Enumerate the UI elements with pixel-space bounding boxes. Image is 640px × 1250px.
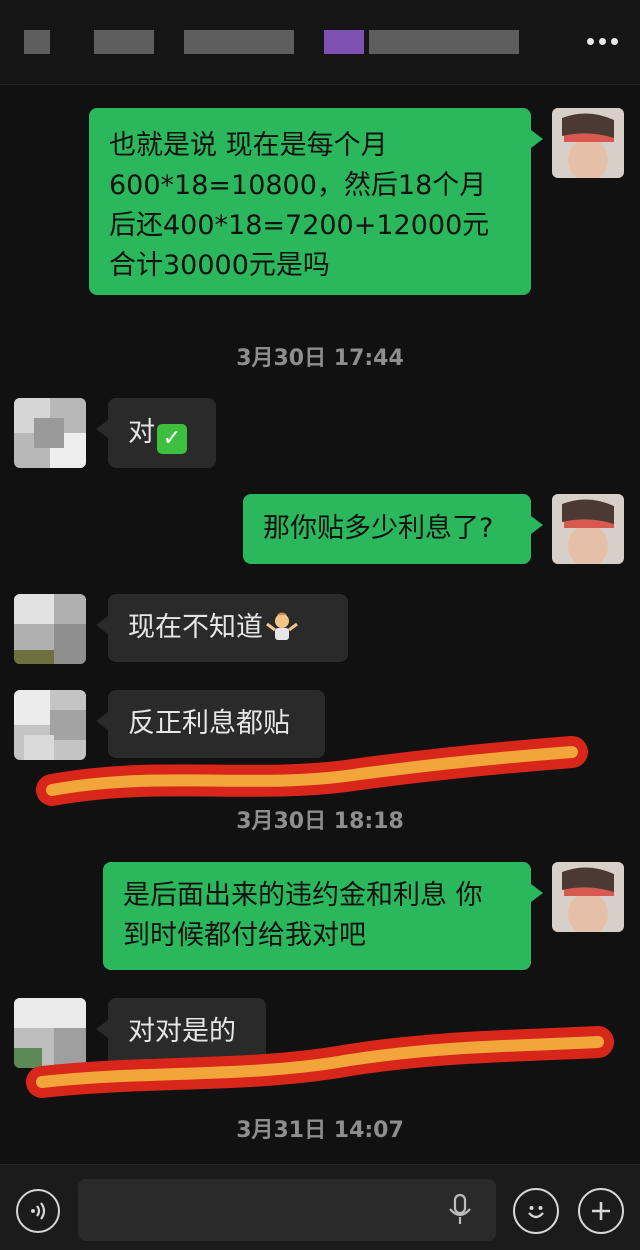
timestamp: 3月30日 18:18 <box>236 809 404 834</box>
shrug-emoji-icon <box>265 610 299 642</box>
message-text: 是后面出来的违约金和利息 你 到时候都付给我对吧 <box>123 880 483 951</box>
emoji-icon[interactable] <box>513 1188 559 1234</box>
message-text: 反正利息都贴 <box>128 708 290 739</box>
message-text: 对对是的 <box>128 1016 236 1047</box>
message-text: 对 <box>128 417 155 448</box>
message-bubble[interactable]: 也就是说 现在是每个月 600*18=10800，然后18个月 后还400*18… <box>89 108 543 295</box>
self-avatar[interactable] <box>552 862 624 932</box>
timestamp: 3月31日 14:07 <box>236 1118 404 1143</box>
message-text: 那你贴多少利息了? <box>263 513 494 544</box>
input-bar <box>0 1164 640 1250</box>
contact-avatar[interactable] <box>14 398 86 468</box>
self-avatar[interactable] <box>552 108 624 178</box>
message-bubble[interactable]: 那你贴多少利息了? <box>243 494 543 564</box>
contact-avatar[interactable] <box>14 594 86 664</box>
more-dots-icon[interactable] <box>582 26 622 56</box>
message-bubble[interactable]: 是后面出来的违约金和利息 你 到时候都付给我对吧 <box>103 862 543 970</box>
contact-avatar[interactable] <box>14 998 86 1068</box>
plus-icon[interactable] <box>578 1188 624 1234</box>
contact-avatar[interactable] <box>14 690 86 760</box>
chat-header <box>0 0 640 85</box>
message-bubble[interactable]: 对 ✓ <box>96 398 216 468</box>
message-text: 也就是说 现在是每个月 600*18=10800，然后18个月 后还400*18… <box>109 130 490 281</box>
message-bubble[interactable]: 现在不知道 <box>96 594 348 662</box>
message-text: 现在不知道 <box>128 612 263 643</box>
timestamp: 3月30日 17:44 <box>236 346 404 371</box>
message-input[interactable] <box>78 1179 496 1241</box>
microphone-icon[interactable] <box>444 1193 476 1227</box>
voice-mode-icon[interactable] <box>16 1189 60 1233</box>
chat-title-redacted <box>24 24 544 60</box>
self-avatar[interactable] <box>552 494 624 564</box>
message-bubble[interactable]: 对对是的 <box>96 998 266 1066</box>
message-bubble[interactable]: 反正利息都贴 <box>96 690 325 758</box>
check-mark-emoji-icon: ✓ <box>157 424 187 454</box>
